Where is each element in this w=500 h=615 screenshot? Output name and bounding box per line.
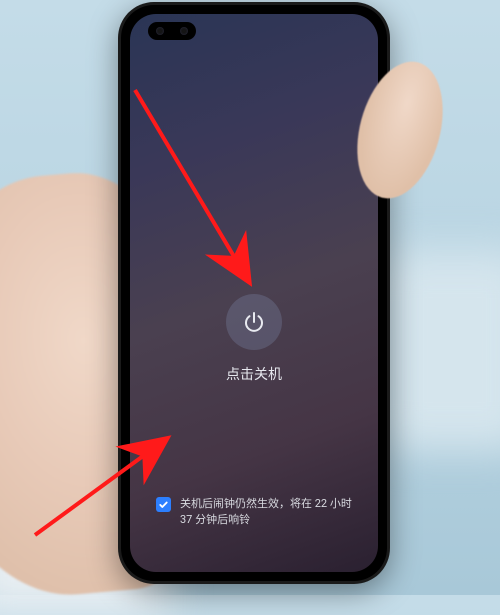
camera-cutout — [148, 22, 196, 40]
power-icon — [242, 310, 266, 334]
power-menu: 点击关机 — [226, 294, 282, 384]
annotation-arrow-1 — [130, 85, 270, 299]
annotation-arrow-2 — [30, 420, 190, 544]
power-off-label: 点击关机 — [226, 364, 282, 384]
power-off-button[interactable] — [226, 294, 282, 350]
alarm-text: 关机后闹钟仍然生效，将在 22 小时 37 分钟后响铃 — [180, 496, 352, 528]
